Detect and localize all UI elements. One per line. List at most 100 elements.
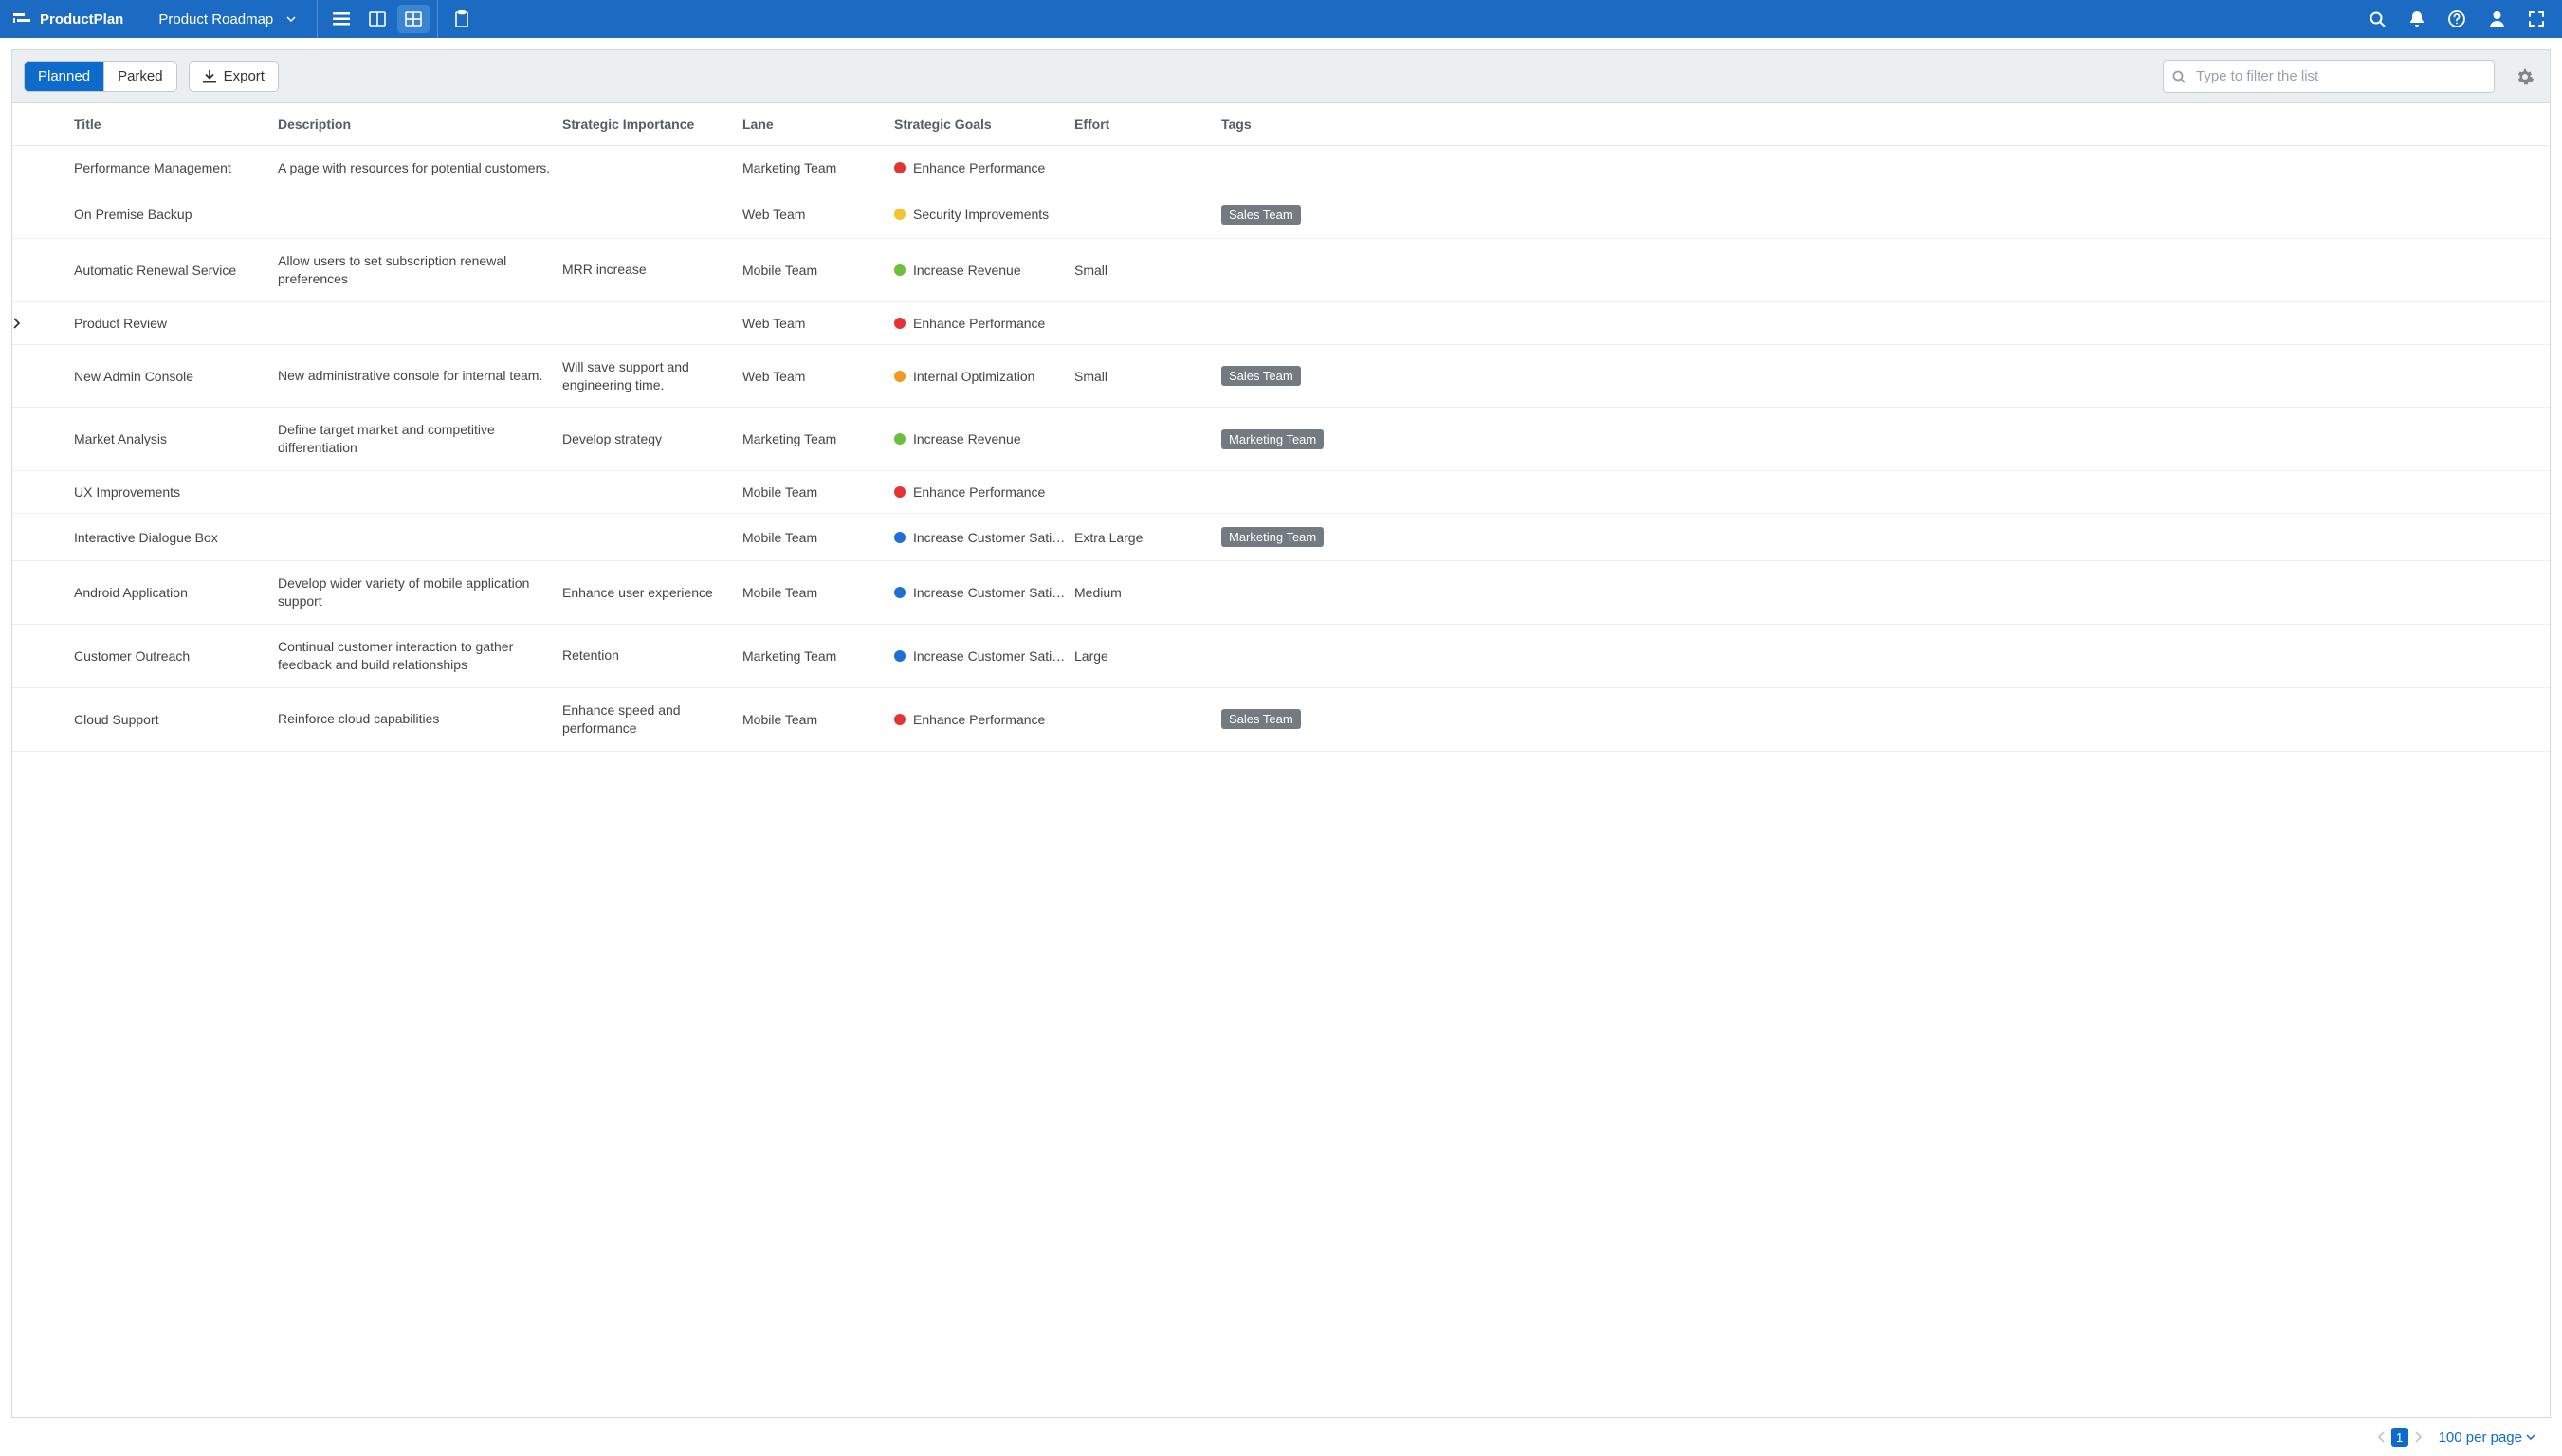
- cell-strategic_importance: [562, 146, 742, 191]
- expand-cell: [12, 344, 74, 408]
- table-row[interactable]: New Admin ConsoleNew administrative cons…: [12, 344, 2550, 408]
- table-row[interactable]: Performance ManagementA page with resour…: [12, 146, 2550, 191]
- cell-strategic_importance: Enhance user experience: [562, 561, 742, 625]
- cell-strategic_importance: [562, 301, 742, 344]
- status-tabs: Planned Parked: [24, 61, 177, 92]
- table-row[interactable]: On Premise BackupWeb TeamSecurity Improv…: [12, 191, 2550, 238]
- cell-effort: Small: [1074, 238, 1221, 301]
- expand-cell: [12, 191, 74, 238]
- export-button[interactable]: Export: [189, 61, 279, 92]
- cell-description: [278, 191, 562, 238]
- expand-cell: [12, 625, 74, 688]
- per-page-selector[interactable]: 100 per page: [2439, 1429, 2535, 1446]
- help-button[interactable]: [2437, 0, 2477, 38]
- table-header: Title Description Strategic Importance L…: [12, 103, 2550, 146]
- goal-dot-icon: [894, 650, 906, 662]
- pagination-footer: 1 100 per page: [11, 1418, 2551, 1456]
- cell-title: Performance Management: [74, 146, 278, 191]
- cell-title: Android Application: [74, 561, 278, 625]
- export-label: Export: [224, 68, 265, 84]
- table-row[interactable]: Interactive Dialogue Box Mobile Team Incre…: [12, 514, 2550, 561]
- brand[interactable]: ProductPlan: [0, 0, 137, 38]
- cell-lane: Mobile Team: [742, 238, 894, 301]
- goal-dot-icon: [894, 371, 906, 382]
- goal-dot-icon: [894, 486, 906, 498]
- table-row[interactable]: Android ApplicationDevelop wider variety…: [12, 561, 2550, 625]
- cell-title: Interactive Dialogue Box: [74, 514, 278, 561]
- cell-tags: Marketing Team: [1221, 408, 2550, 471]
- goal-label: Increase Customer Satisf…: [913, 530, 1067, 545]
- col-strategic-goals[interactable]: Strategic Goals: [894, 103, 1074, 146]
- cell-goal: Increase Customer Satisf…: [894, 625, 1074, 688]
- split-view-button[interactable]: [361, 5, 393, 33]
- cell-effort: [1074, 687, 1221, 751]
- fullscreen-button[interactable]: [2516, 0, 2556, 38]
- cell-strategic_importance: Will save support and engineering time.: [562, 344, 742, 408]
- settings-button[interactable]: [2512, 64, 2538, 90]
- tag[interactable]: Sales Team: [1221, 366, 1301, 386]
- col-description[interactable]: Description: [278, 103, 562, 146]
- col-lane[interactable]: Lane: [742, 103, 894, 146]
- cell-description: Define target market and competitive dif…: [278, 408, 562, 471]
- expand-cell: [12, 471, 74, 514]
- search-button[interactable]: [2357, 0, 2397, 38]
- expand-cell: [12, 408, 74, 471]
- table-row[interactable]: Market AnalysisDefine target market and …: [12, 408, 2550, 471]
- cell-goal: Enhance Performance: [894, 146, 1074, 191]
- items-table-wrap[interactable]: Title Description Strategic Importance L…: [11, 102, 2551, 1418]
- col-strategic-importance[interactable]: Strategic Importance: [562, 103, 742, 146]
- prev-page-button[interactable]: [2378, 1431, 2386, 1443]
- cell-title: Automatic Renewal Service: [74, 238, 278, 301]
- cell-tags: Sales Team: [1221, 191, 2550, 238]
- table-row[interactable]: Automatic Renewal ServiceAllow users to …: [12, 238, 2550, 301]
- cell-strategic_importance: MRR increase: [562, 238, 742, 301]
- cell-description: Allow users to set subscription renewal …: [278, 238, 562, 301]
- cell-tags: [1221, 238, 2550, 301]
- table-row[interactable]: Product ReviewWeb TeamEnhance Performanc…: [12, 301, 2550, 344]
- cell-goal: Enhance Performance: [894, 471, 1074, 514]
- cell-effort: Small: [1074, 344, 1221, 408]
- expand-cell: [12, 146, 74, 191]
- cell-lane: Marketing Team: [742, 625, 894, 688]
- cell-title: Cloud Support: [74, 687, 278, 751]
- goal-dot-icon: [894, 264, 906, 276]
- cell-tags: [1221, 625, 2550, 688]
- cell-goal: Security Improvements: [894, 191, 1074, 238]
- col-effort[interactable]: Effort: [1074, 103, 1221, 146]
- roadmap-selector[interactable]: Product Roadmap: [137, 0, 317, 38]
- tab-planned[interactable]: Planned: [25, 62, 103, 91]
- table-view-button[interactable]: [397, 5, 430, 33]
- goal-dot-icon: [894, 714, 906, 725]
- cell-lane: Mobile Team: [742, 514, 894, 561]
- cell-effort: [1074, 471, 1221, 514]
- tag[interactable]: Sales Team: [1221, 205, 1301, 225]
- current-page[interactable]: 1: [2391, 1428, 2408, 1447]
- gear-icon: [2516, 68, 2534, 85]
- tag[interactable]: Sales Team: [1221, 709, 1301, 729]
- table-row[interactable]: Cloud SupportReinforce cloud capabilitie…: [12, 687, 2550, 751]
- cell-tags: Sales Team: [1221, 344, 2550, 408]
- goal-dot-icon: [894, 532, 906, 543]
- expand-cell[interactable]: [12, 301, 74, 344]
- goal-label: Increase Revenue: [913, 263, 1021, 278]
- table-row[interactable]: Customer OutreachContinual customer inte…: [12, 625, 2550, 688]
- tab-parked[interactable]: Parked: [103, 62, 176, 91]
- tag[interactable]: Marketing Team: [1221, 429, 1324, 449]
- cell-description: Continual customer interaction to gather…: [278, 625, 562, 688]
- table-row[interactable]: UX ImprovementsMobile TeamEnhance Perfor…: [12, 471, 2550, 514]
- cell-strategic_importance: Retention: [562, 625, 742, 688]
- cell-description: New administrative console for internal …: [278, 344, 562, 408]
- notifications-button[interactable]: [2397, 0, 2437, 38]
- goal-label: Enhance Performance: [913, 160, 1045, 175]
- goal-dot-icon: [894, 433, 906, 445]
- clipboard-button[interactable]: [446, 5, 478, 33]
- cell-description: [278, 514, 562, 561]
- col-tags[interactable]: Tags: [1221, 103, 2550, 146]
- user-button[interactable]: [2477, 0, 2516, 38]
- filter-input[interactable]: [2163, 60, 2495, 93]
- tag[interactable]: Marketing Team: [1221, 527, 1324, 547]
- next-page-button[interactable]: [2414, 1431, 2422, 1443]
- col-title[interactable]: Title: [74, 103, 278, 146]
- cell-lane: Mobile Team: [742, 471, 894, 514]
- list-view-button[interactable]: [325, 5, 357, 33]
